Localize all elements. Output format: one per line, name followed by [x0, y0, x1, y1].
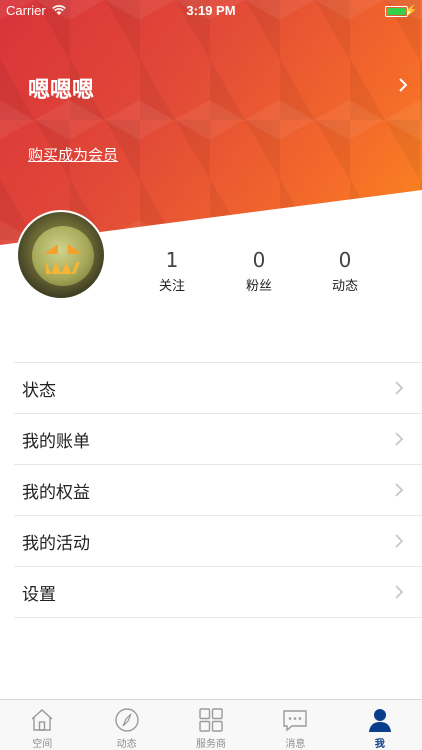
tab-label: 我	[374, 739, 385, 750]
menu-item-label: 我的账单	[22, 431, 90, 452]
menu-item-settings[interactable]: 设置	[14, 567, 422, 618]
tab-me[interactable]: 我	[338, 700, 422, 750]
menu-item-activities[interactable]: 我的活动	[14, 516, 422, 567]
buy-member-link[interactable]: 购买成为会员	[28, 144, 118, 165]
charging-icon: ⚡	[404, 5, 418, 17]
menu-list: 状态 我的账单 我的权益 我的活动 设置	[14, 362, 422, 618]
clock: 3:19 PM	[186, 3, 236, 18]
tab-label: 消息	[285, 739, 306, 750]
chevron-right-icon	[395, 381, 404, 395]
menu-item-benefits[interactable]: 我的权益	[14, 465, 422, 516]
status-bar: Carrier 3:19 PM ⚡	[0, 0, 422, 22]
chevron-right-icon	[395, 585, 404, 599]
stat-followers[interactable]: 0 粉丝	[229, 248, 289, 294]
tab-feed[interactable]: 动态	[84, 700, 168, 750]
chevron-right-icon[interactable]	[396, 76, 410, 94]
username[interactable]: 嗯嗯嗯	[28, 72, 94, 104]
tab-label: 空间	[32, 739, 53, 750]
menu-item-label: 设置	[22, 584, 56, 605]
compass-icon	[114, 708, 139, 732]
menu-item-label: 我的权益	[22, 482, 90, 503]
chevron-right-icon	[395, 534, 404, 548]
stat-followers-count: 0	[252, 248, 266, 272]
menu-item-label: 我的活动	[22, 533, 90, 554]
person-icon	[368, 709, 391, 732]
tab-messages[interactable]: 消息	[253, 700, 337, 750]
stat-followers-label: 粉丝	[245, 279, 272, 294]
stat-following-count: 1	[165, 248, 179, 272]
grid-icon	[199, 708, 223, 732]
menu-item-label: 状态	[22, 380, 56, 401]
menu-item-bills[interactable]: 我的账单	[14, 414, 422, 465]
stat-posts-label: 动态	[331, 279, 358, 294]
tab-space[interactable]: 空间	[0, 700, 84, 750]
tab-providers[interactable]: 服务商	[169, 700, 253, 750]
tab-label: 服务商	[196, 739, 227, 750]
stat-posts[interactable]: 0 动态	[315, 248, 375, 294]
menu-item-status[interactable]: 状态	[14, 363, 422, 414]
tab-bar: 空间 动态 服务商 消息 我	[0, 699, 422, 750]
chevron-right-icon	[395, 432, 404, 446]
tab-label: 动态	[116, 739, 137, 750]
stat-following-label: 关注	[158, 279, 185, 294]
chevron-right-icon	[395, 483, 404, 497]
stat-posts-count: 0	[338, 248, 352, 272]
avatar-image	[32, 226, 94, 286]
avatar[interactable]	[16, 210, 106, 300]
stat-following[interactable]: 1 关注	[142, 248, 202, 294]
home-icon	[31, 709, 53, 731]
chat-icon	[283, 710, 308, 732]
